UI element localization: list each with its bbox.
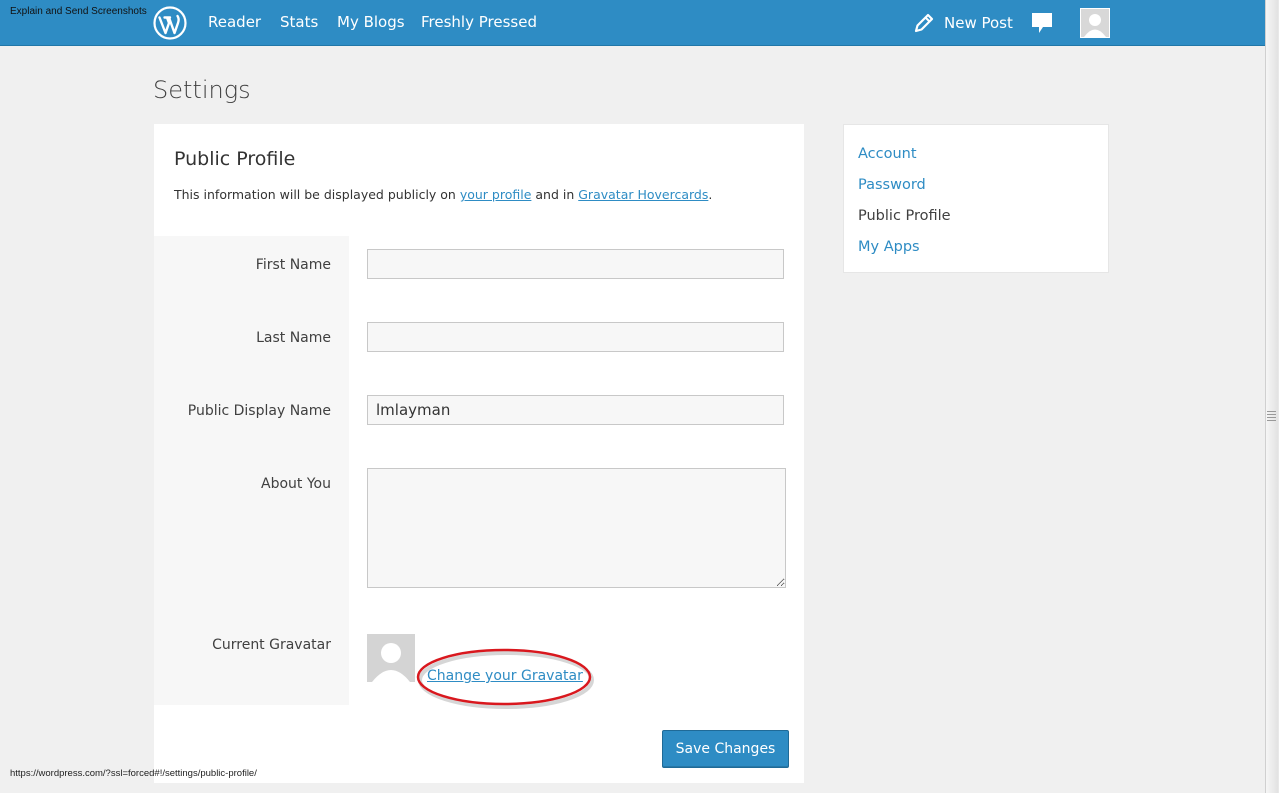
- side-item-public-profile[interactable]: Public Profile: [858, 208, 951, 224]
- side-item-my-apps[interactable]: My Apps: [858, 239, 920, 255]
- scrollbar-grip: [1267, 411, 1276, 421]
- default-avatar-icon: [367, 634, 415, 682]
- new-post-button[interactable]: New Post: [913, 12, 1013, 34]
- masterbar: Reader Stats My Blogs Freshly Pressed Ne…: [0, 0, 1265, 46]
- current-gravatar-label: Current Gravatar: [212, 637, 331, 653]
- pencil-icon: [914, 13, 934, 33]
- scrollbar-thumb[interactable]: [1266, 0, 1278, 793]
- gravatar-image: [367, 634, 415, 682]
- panel-heading: Public Profile: [174, 148, 296, 170]
- description-middle: and in: [531, 187, 579, 202]
- last-name-field[interactable]: [367, 322, 784, 352]
- side-item-account[interactable]: Account: [858, 146, 917, 162]
- nav-reader[interactable]: Reader: [208, 13, 261, 31]
- display-name-label: Public Display Name: [187, 403, 331, 419]
- gravatar-hovercards-link[interactable]: Gravatar Hovercards: [578, 187, 708, 202]
- about-you-field[interactable]: [367, 468, 786, 588]
- description-prefix: This information will be displayed publi…: [174, 187, 460, 202]
- last-name-label: Last Name: [256, 330, 331, 346]
- description-suffix: .: [708, 187, 713, 202]
- avatar[interactable]: [1080, 8, 1110, 38]
- panel-description: This information will be displayed publi…: [174, 187, 712, 202]
- side-item-password[interactable]: Password: [858, 177, 926, 193]
- first-name-label: First Name: [255, 257, 331, 273]
- new-post-label: New Post: [944, 14, 1013, 32]
- speech-bubble-icon[interactable]: [1031, 11, 1053, 35]
- about-you-label: About You: [261, 476, 331, 492]
- nav-stats[interactable]: Stats: [280, 13, 318, 31]
- nav-my-blogs[interactable]: My Blogs: [337, 13, 405, 31]
- settings-side-menu: Account Password Public Profile My Apps: [843, 124, 1109, 273]
- page-title: Settings: [153, 76, 251, 104]
- display-name-field[interactable]: [367, 395, 784, 425]
- wordpress-logo-icon[interactable]: [153, 6, 187, 40]
- label-column: [154, 236, 349, 705]
- avatar-icon: [1081, 9, 1109, 37]
- status-bar-url: https://wordpress.com/?ssl=forced#!/sett…: [10, 768, 257, 779]
- capture-tool-label: Explain and Send Screenshots: [10, 6, 147, 17]
- first-name-field[interactable]: [367, 249, 784, 279]
- change-gravatar-link[interactable]: Change your Gravatar: [427, 668, 583, 684]
- your-profile-link[interactable]: your profile: [460, 187, 532, 202]
- save-changes-button[interactable]: Save Changes: [662, 730, 789, 768]
- nav-freshly-pressed[interactable]: Freshly Pressed: [421, 13, 537, 31]
- public-profile-panel: Public Profile This information will be …: [154, 124, 804, 783]
